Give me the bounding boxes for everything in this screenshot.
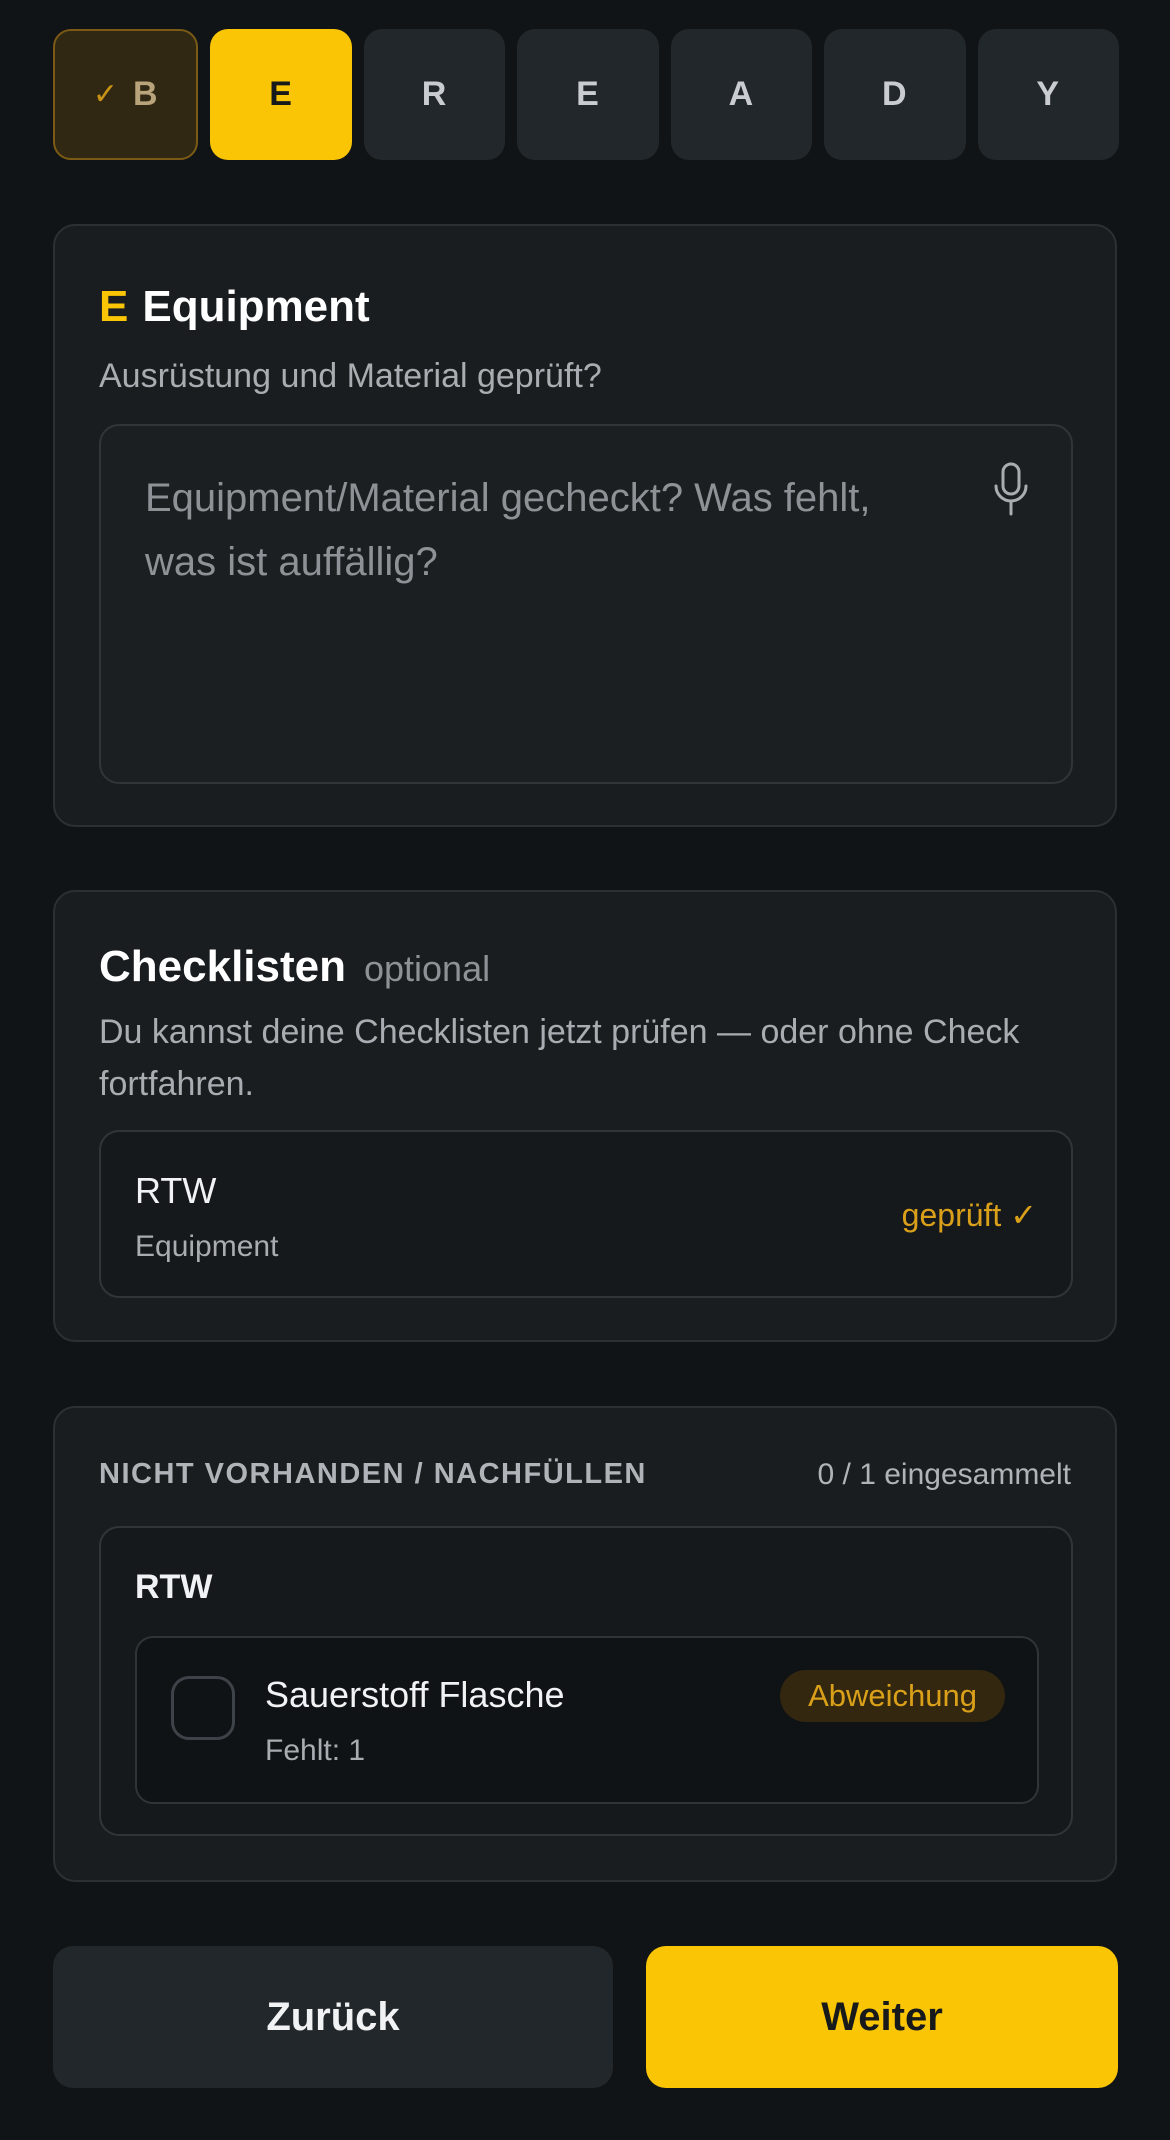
step-tab-e2[interactable]: E: [517, 29, 659, 160]
check-icon: ✓: [92, 78, 119, 111]
step-letter: E: [269, 75, 293, 113]
collected-count: 0 / 1 eingesammelt: [817, 1458, 1071, 1491]
missing-items-card: NICHT VORHANDEN / NACHFÜLLEN 0 / 1 einge…: [53, 1406, 1117, 1882]
optional-label: optional: [363, 948, 491, 989]
step-letter: D: [882, 75, 908, 113]
equipment-notes-input[interactable]: Equipment/Material gecheckt? Was fehlt, …: [99, 424, 1073, 784]
checklist-row-rtw[interactable]: RTW Equipment geprüft ✓: [99, 1130, 1073, 1298]
section-subtitle: Ausrüstung und Material geprüft?: [99, 357, 602, 395]
checklist-category: Equipment: [135, 1230, 279, 1263]
missing-group-rtw: RTW Sauerstoff Flasche Fehlt: 1 Abweichu…: [99, 1526, 1073, 1836]
back-button[interactable]: Zurück: [53, 1946, 613, 2088]
step-tab-r[interactable]: R: [363, 29, 506, 160]
item-name: Sauerstoff Flasche: [265, 1674, 565, 1715]
step-letter: E: [576, 75, 600, 113]
equipment-step-page: ✓ B E R E A D Y E Equipment Ausrüstung un…: [0, 0, 1170, 2140]
section-title: E Equipment: [99, 282, 370, 332]
input-placeholder: Equipment/Material gecheckt? Was fehlt, …: [145, 476, 871, 584]
step-tab-e[interactable]: E: [210, 29, 352, 160]
deviation-badge: Abweichung: [780, 1670, 1005, 1722]
group-name: RTW: [135, 1568, 213, 1606]
checklists-title-text: Checklisten: [99, 942, 346, 991]
step-tab-a[interactable]: A: [670, 29, 813, 160]
equipment-card: E Equipment Ausrüstung und Material geprü…: [53, 224, 1117, 827]
item-missing-count: Fehlt: 1: [265, 1734, 366, 1767]
section-letter: E: [99, 282, 129, 331]
checklists-card: Checklisten optional Du kannst deine Chec…: [53, 890, 1117, 1342]
checklists-title: Checklisten optional: [99, 942, 490, 992]
section-title-text: Equipment: [142, 282, 370, 331]
step-tab-b[interactable]: ✓ B: [53, 29, 199, 160]
step-tab-y[interactable]: Y: [977, 29, 1119, 160]
step-letter: R: [421, 75, 448, 113]
checklist-name: RTW: [135, 1170, 217, 1211]
step-letter: Y: [1036, 75, 1061, 113]
collect-checkbox[interactable]: [171, 1676, 235, 1740]
checklist-status: geprüft ✓: [901, 1197, 1037, 1233]
checklists-description: Du kannst deine Checklisten jetzt prüfen…: [99, 1013, 1020, 1103]
step-tab-d[interactable]: D: [824, 29, 966, 160]
step-letter: B: [133, 75, 159, 113]
missing-item[interactable]: Sauerstoff Flasche Fehlt: 1 Abweichung: [135, 1636, 1039, 1804]
step-letter: A: [728, 75, 755, 113]
next-button[interactable]: Weiter: [646, 1946, 1118, 2088]
microphone-icon[interactable]: [991, 462, 1031, 518]
step-tabs: ✓ B E R E A D Y: [53, 29, 1119, 160]
missing-items-header: NICHT VORHANDEN / NACHFÜLLEN: [99, 1458, 647, 1490]
